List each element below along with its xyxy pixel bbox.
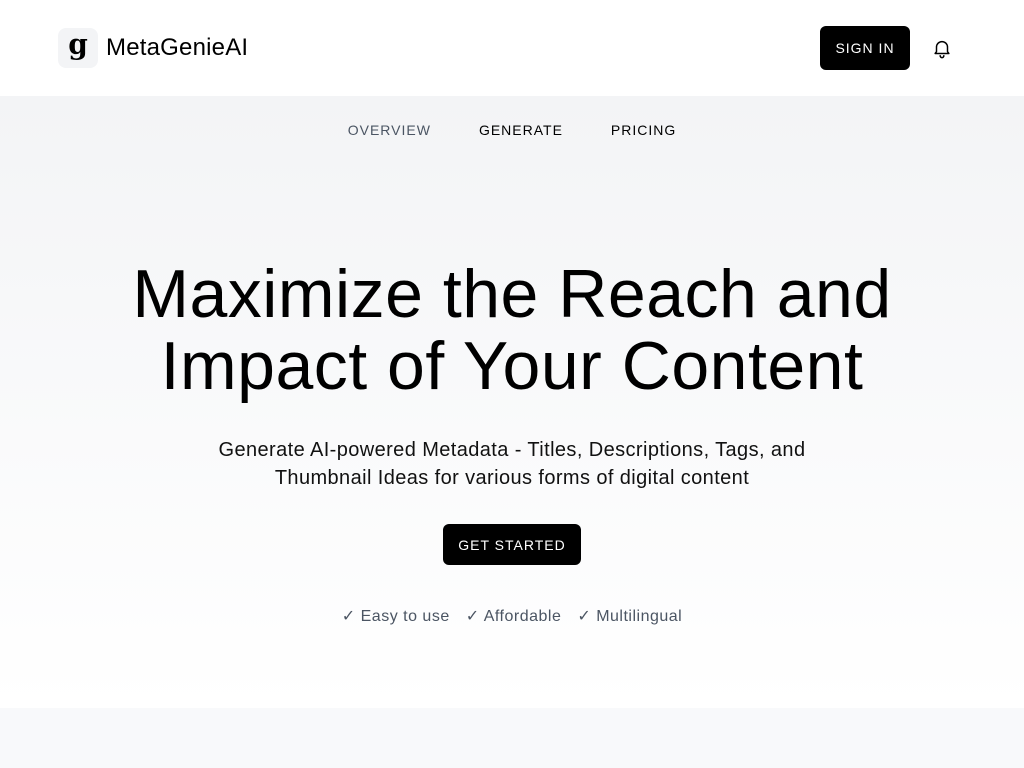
brand-logo-link[interactable]: g MetaGenieAI [58,28,248,68]
site-header: g MetaGenieAI SIGN IN [0,0,1024,96]
bell-icon [934,40,950,59]
nav-item-pricing[interactable]: PRICING [611,122,676,138]
brand-name: MetaGenieAI [106,34,249,61]
nav-item-generate[interactable]: GENERATE [479,122,563,138]
notifications-button[interactable] [928,34,956,62]
main-nav: OVERVIEW GENERATE PRICING [0,122,1024,138]
hero-headline-line-1: Maximize the Reach and [132,256,892,332]
hero-subtitle-line-2: Thumbnail Ideas for various forms of dig… [274,467,750,489]
feature-list: ✓ Easy to use ✓ Affordable ✓ Multilingua… [0,606,1024,626]
logo-icon: g [58,28,98,68]
hero-section: OVERVIEW GENERATE PRICING Maximize the R… [0,96,1024,708]
feature-easy-to-use: ✓ Easy to use [341,608,450,625]
nav-item-overview[interactable]: OVERVIEW [348,122,431,138]
hero-subtitle: Generate AI-powered Metadata - Titles, D… [192,436,832,492]
get-started-button[interactable]: GET STARTED [443,524,581,565]
feature-multilingual: ✓ Multilingual [577,608,683,625]
hero-headline: Maximize the Reach and Impact of Your Co… [0,258,1024,402]
next-section [0,708,1024,768]
feature-affordable: ✓ Affordable [465,608,562,625]
hero-headline-line-2: Impact of Your Content [160,328,864,404]
sign-in-button[interactable]: SIGN IN [820,26,910,70]
hero-subtitle-line-1: Generate AI-powered Metadata - Titles, D… [218,439,806,461]
